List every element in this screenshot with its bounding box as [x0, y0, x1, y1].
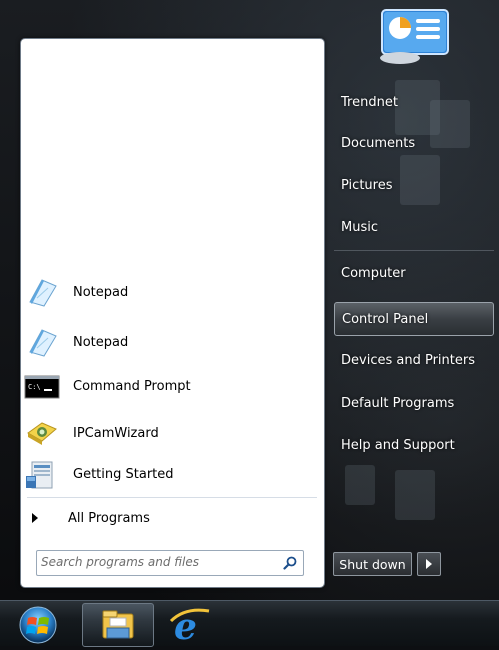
shutdown-options-button[interactable] [417, 552, 441, 576]
program-item-command-prompt[interactable]: C:\ Command Prompt [23, 368, 321, 404]
arrow-right-icon [32, 513, 38, 523]
right-item-music[interactable]: Music [334, 213, 494, 241]
program-label: Command Prompt [73, 378, 191, 394]
search-input[interactable] [41, 553, 273, 571]
shutdown-label: Shut down [339, 556, 406, 572]
program-label: Notepad [73, 284, 129, 300]
command-prompt-icon: C:\ [24, 370, 60, 402]
right-item-trendnet[interactable]: Trendnet [334, 88, 494, 116]
program-label: Notepad [73, 334, 129, 350]
right-item-label: Documents [341, 135, 416, 151]
program-item-notepad[interactable]: Notepad [23, 274, 321, 310]
internet-explorer-icon[interactable]: e [165, 603, 215, 648]
right-item-label: Music [341, 219, 378, 235]
right-item-pictures[interactable]: Pictures [334, 171, 494, 199]
program-item-notepad[interactable]: Notepad [23, 324, 321, 360]
notepad-icon [24, 326, 60, 358]
shutdown-button[interactable]: Shut down [333, 552, 412, 576]
right-item-default-programs[interactable]: Default Programs [334, 389, 494, 417]
svg-text:C:\: C:\ [28, 383, 41, 391]
right-item-documents[interactable]: Documents [334, 129, 494, 157]
background-ghost-icon [395, 470, 435, 520]
program-label: IPCamWizard [73, 425, 159, 441]
start-menu-left-pane: Notepad Notepad C:\ Command Prompt IPCam… [20, 38, 325, 588]
all-programs-button[interactable]: All Programs [23, 503, 321, 533]
right-item-devices-and-printers[interactable]: Devices and Printers [334, 346, 494, 374]
taskbar: e [0, 600, 499, 648]
program-item-ipcamwizard[interactable]: IPCamWizard [23, 415, 321, 451]
background-ghost-icon [345, 465, 375, 505]
start-orb-icon[interactable] [12, 603, 64, 645]
right-item-label: Control Panel [342, 311, 429, 327]
divider [27, 497, 317, 498]
search-box[interactable] [36, 550, 304, 576]
notepad-icon [24, 276, 60, 308]
divider [334, 250, 494, 251]
right-item-computer[interactable]: Computer [334, 259, 494, 287]
right-item-label: Devices and Printers [341, 352, 475, 368]
getting-started-icon [24, 458, 60, 490]
right-item-control-panel[interactable]: Control Panel [334, 302, 494, 336]
right-item-label: Pictures [341, 177, 393, 193]
windows-explorer-icon[interactable] [82, 603, 154, 647]
program-item-getting-started[interactable]: Getting Started [23, 456, 321, 492]
user-picture-icon [378, 8, 452, 66]
right-item-label: Computer [341, 265, 406, 281]
search-icon[interactable] [283, 555, 297, 570]
program-label: Getting Started [73, 466, 174, 482]
right-item-label: Help and Support [341, 437, 455, 453]
right-item-label: Trendnet [341, 94, 398, 110]
all-programs-label: All Programs [68, 510, 150, 526]
ipcamwizard-icon [24, 417, 60, 449]
right-item-label: Default Programs [341, 395, 455, 411]
right-item-help-and-support[interactable]: Help and Support [334, 431, 494, 459]
